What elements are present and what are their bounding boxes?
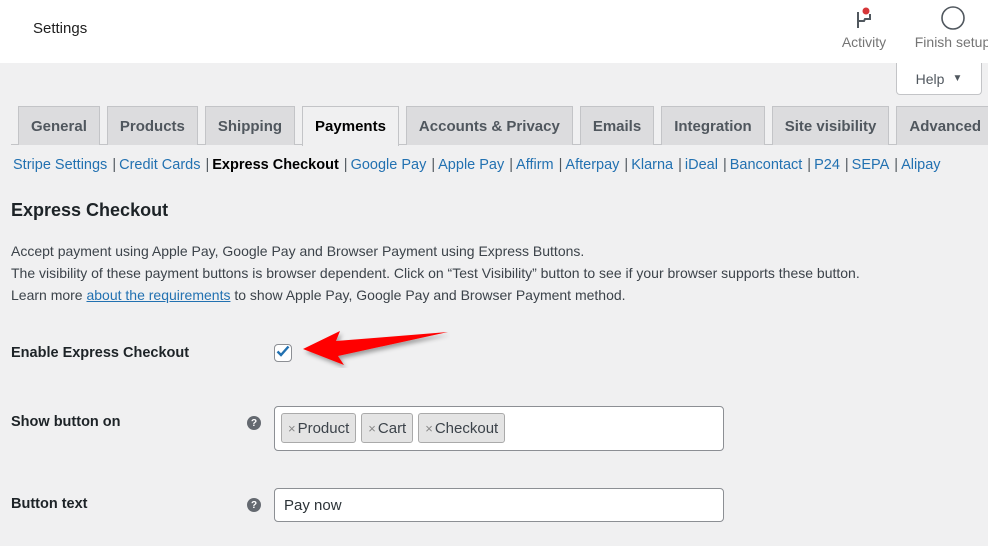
flag-icon bbox=[853, 6, 875, 33]
subnav-alipay[interactable]: Alipay bbox=[901, 157, 941, 173]
subnav-stripe-settings[interactable]: Stripe Settings bbox=[13, 157, 107, 173]
subnav-klarna[interactable]: Klarna bbox=[631, 157, 673, 173]
separator: | bbox=[678, 157, 682, 173]
show-button-on-label: Show button on bbox=[11, 414, 121, 430]
separator: | bbox=[431, 157, 436, 173]
tag-product: × Product bbox=[281, 413, 357, 443]
separator: | bbox=[205, 157, 210, 173]
separator: | bbox=[624, 157, 629, 173]
tab-advanced[interactable]: Advanced bbox=[896, 106, 988, 145]
separator: | bbox=[894, 157, 899, 173]
tag-cart: × Cart bbox=[361, 413, 414, 443]
button-text-input[interactable] bbox=[274, 488, 724, 522]
subnav-sepa[interactable]: SEPA bbox=[852, 157, 890, 173]
show-button-on-select[interactable]: × Product × Cart × Checkout bbox=[274, 406, 724, 451]
separator: | bbox=[509, 157, 514, 173]
section-description: Accept payment using Apple Pay, Google P… bbox=[11, 240, 860, 306]
tag-label: Checkout bbox=[434, 419, 499, 437]
settings-tabs: General Products Shipping Payments Accou… bbox=[11, 106, 988, 146]
tag-checkout: × Checkout bbox=[418, 413, 506, 443]
tab-integration[interactable]: Integration bbox=[661, 106, 765, 145]
help-button[interactable]: Help ▼ bbox=[896, 63, 982, 95]
subnav-google-pay[interactable]: Google Pay bbox=[351, 157, 427, 173]
tab-site-visibility[interactable]: Site visibility bbox=[771, 106, 890, 145]
finish-setup-button[interactable]: Finish setup bbox=[910, 5, 988, 50]
tab-payments[interactable]: Payments bbox=[302, 106, 399, 146]
description-line: Learn more about the requirements to sho… bbox=[11, 284, 860, 306]
tab-products[interactable]: Products bbox=[106, 106, 198, 145]
enable-express-checkout-checkbox[interactable] bbox=[274, 344, 292, 362]
separator: | bbox=[722, 157, 727, 173]
tag-label: Cart bbox=[377, 419, 407, 437]
description-line: The visibility of these payment buttons … bbox=[11, 265, 860, 281]
description-line: Accept payment using Apple Pay, Google P… bbox=[11, 243, 585, 259]
description-text: Learn more bbox=[11, 287, 87, 303]
help-tip-icon[interactable]: ? bbox=[247, 498, 261, 512]
tab-shipping[interactable]: Shipping bbox=[204, 106, 296, 145]
annotation-arrow-icon bbox=[303, 331, 448, 365]
subnav-afterpay[interactable]: Afterpay bbox=[565, 157, 619, 173]
separator: | bbox=[343, 157, 348, 173]
separator: | bbox=[807, 157, 812, 173]
tab-accounts-privacy[interactable]: Accounts & Privacy bbox=[405, 106, 573, 145]
subnav-p24[interactable]: P24 bbox=[814, 157, 840, 173]
tab-general[interactable]: General bbox=[18, 106, 100, 145]
checkmark-icon bbox=[276, 344, 290, 362]
subnav-affirm[interactable]: Affirm bbox=[516, 157, 554, 173]
subnav-express-checkout: Express Checkout bbox=[212, 157, 339, 173]
caret-down-icon: ▼ bbox=[952, 73, 963, 84]
description-text: to show Apple Pay, Google Pay and Browse… bbox=[230, 287, 626, 303]
remove-tag-icon[interactable]: × bbox=[368, 421, 376, 436]
remove-tag-icon[interactable]: × bbox=[288, 421, 296, 436]
activity-label: Activity bbox=[841, 34, 887, 50]
circle-progress-icon bbox=[940, 5, 966, 34]
requirements-link[interactable]: about the requirements bbox=[86, 287, 230, 303]
payment-subnav: Stripe Settings | Credit Cards | Express Che… bbox=[13, 157, 941, 173]
enable-express-checkout-label: Enable Express Checkout bbox=[11, 345, 190, 361]
top-bar: Settings Activity Finish setup bbox=[0, 0, 988, 63]
subnav-bancontact[interactable]: Bancontact bbox=[730, 157, 803, 173]
separator: | bbox=[112, 157, 117, 173]
remove-tag-icon[interactable]: × bbox=[425, 421, 433, 436]
help-label: Help bbox=[915, 70, 945, 87]
button-text-label: Button text bbox=[11, 496, 88, 512]
separator: | bbox=[844, 157, 849, 173]
tab-emails[interactable]: Emails bbox=[579, 106, 655, 145]
subnav-credit-cards[interactable]: Credit Cards bbox=[119, 157, 200, 173]
separator: | bbox=[558, 157, 563, 173]
subnav-apple-pay[interactable]: Apple Pay bbox=[438, 157, 504, 173]
tag-label: Product bbox=[297, 419, 350, 437]
activity-button[interactable]: Activity bbox=[836, 6, 892, 50]
finish-setup-label: Finish setup bbox=[914, 34, 988, 50]
section-title: Express Checkout bbox=[11, 200, 169, 220]
page-title: Settings bbox=[33, 20, 88, 37]
help-tip-icon[interactable]: ? bbox=[247, 416, 261, 430]
notification-dot bbox=[862, 7, 870, 14]
subnav-ideal[interactable]: iDeal bbox=[685, 157, 718, 173]
